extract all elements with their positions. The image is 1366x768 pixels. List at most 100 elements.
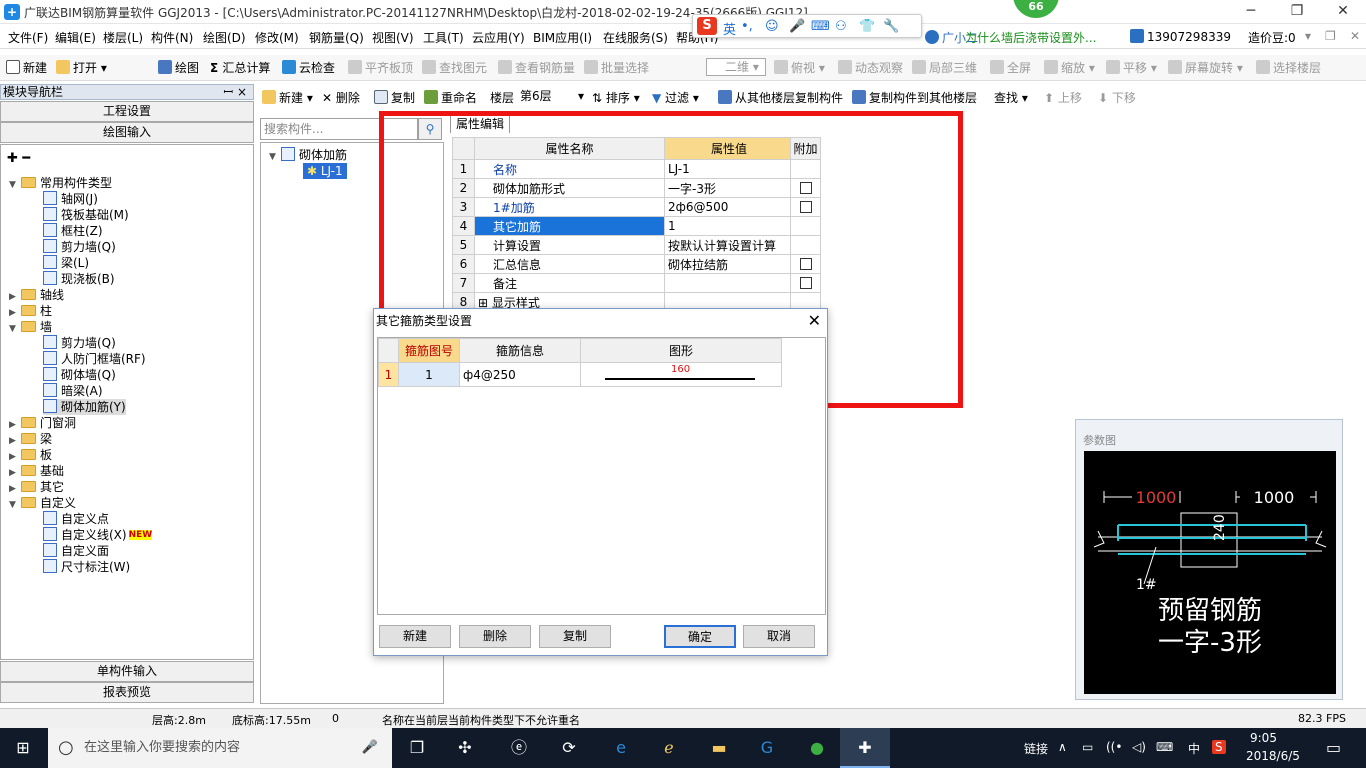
project-settings-button[interactable]: 工程设置 bbox=[0, 101, 254, 122]
screen-rotate-button[interactable]: 屏幕旋转 ▾ bbox=[1168, 59, 1243, 76]
punctuation-icon[interactable]: •, bbox=[741, 19, 753, 34]
nav-tree-item[interactable]: 砌体墙(Q) bbox=[43, 367, 116, 383]
tray-time[interactable]: 9:05 bbox=[1250, 731, 1277, 745]
menu-rebar[interactable]: 钢筋量(Q) bbox=[309, 29, 364, 46]
menu-modify[interactable]: 修改(M) bbox=[255, 29, 299, 46]
ggj-app-icon[interactable]: ✚ bbox=[840, 728, 890, 768]
top-view-button[interactable]: 俯视 ▾ bbox=[774, 59, 825, 76]
cloud-check-button[interactable]: 云检查 bbox=[282, 59, 335, 76]
chevron-down-icon[interactable]: ▾ bbox=[1305, 29, 1311, 43]
nav-tree-item[interactable]: 自定义面 bbox=[43, 543, 109, 559]
nav-tree-item[interactable]: 筏板基础(M) bbox=[43, 207, 129, 223]
task-view-icon[interactable]: ❐ bbox=[404, 736, 430, 760]
local-3d-button[interactable]: 局部三维 bbox=[912, 59, 977, 76]
app-spiral-icon[interactable]: ⟳ bbox=[556, 736, 582, 760]
keyboard-icon[interactable]: ⌨ bbox=[811, 19, 830, 34]
ime-toolbar[interactable]: S 英 •, ☺ 🎤 ⌨ ⚇ 👕 🔧 bbox=[692, 14, 922, 38]
move-up-button[interactable]: ⬆ 上移 bbox=[1044, 89, 1082, 106]
emoji-icon[interactable]: ☺ bbox=[765, 19, 779, 34]
pin-close-icons[interactable]: ꟷ × bbox=[223, 85, 247, 99]
nav-tree-item[interactable]: 框柱(Z) bbox=[43, 223, 103, 239]
menu-online[interactable]: 在线服务(S) bbox=[603, 29, 668, 46]
menu-component[interactable]: 构件(N) bbox=[151, 29, 193, 46]
ie-browser-icon[interactable]: ⓔ bbox=[506, 736, 532, 760]
tray-volume-icon[interactable]: ◁) bbox=[1132, 740, 1146, 754]
menu-view[interactable]: 视图(V) bbox=[372, 29, 414, 46]
stirrup-row[interactable]: 1 1 ф4@250 160 bbox=[378, 362, 782, 387]
edge-browser-icon[interactable]: e bbox=[608, 736, 634, 760]
filter-button[interactable]: ▼ 过滤 ▾ bbox=[652, 89, 699, 106]
dialog-ok-button[interactable]: 确定 bbox=[664, 625, 736, 648]
chevron-down-icon[interactable]: ▼ bbox=[9, 177, 21, 193]
dialog-new-button[interactable]: 新建 bbox=[379, 625, 451, 648]
copy-button[interactable]: 复制 bbox=[374, 89, 415, 106]
tray-chevron-up-icon[interactable]: ∧ bbox=[1058, 740, 1067, 754]
new-file-button[interactable]: 新建 bbox=[6, 59, 47, 76]
dialog-close-button[interactable]: ✕ bbox=[808, 310, 821, 332]
minimize-button[interactable]: ─ bbox=[1228, 0, 1274, 24]
microphone-icon[interactable]: 🎤 bbox=[789, 19, 805, 34]
nav-tree-item[interactable]: 轴网(J) bbox=[43, 191, 98, 207]
tray-link[interactable]: 链接 bbox=[1024, 740, 1048, 757]
menu-file[interactable]: 文件(F) bbox=[8, 29, 48, 46]
microphone-icon[interactable]: 🎤 bbox=[362, 728, 378, 768]
close-doc-icon[interactable]: ✕ bbox=[1350, 29, 1360, 43]
nav-tree-item[interactable]: 自定义线(X) NEW bbox=[43, 527, 153, 543]
internet-explorer-icon[interactable]: ℯ bbox=[656, 736, 682, 760]
dialog-copy-button[interactable]: 复制 bbox=[539, 625, 611, 648]
chevron-down-icon[interactable]: ▼ bbox=[9, 497, 21, 513]
notification-icon[interactable]: ▭ bbox=[1326, 738, 1341, 757]
stirrup-code-cell[interactable]: 1 bbox=[398, 362, 460, 387]
menu-draw[interactable]: 绘图(D) bbox=[203, 29, 246, 46]
align-slab-button[interactable]: 平齐板顶 bbox=[348, 59, 413, 76]
move-down-button[interactable]: ⬇ 下移 bbox=[1098, 89, 1136, 106]
menu-edit[interactable]: 编辑(E) bbox=[55, 29, 96, 46]
windows-start-icon[interactable]: ⊞ bbox=[10, 736, 36, 760]
wrench-icon[interactable]: 🔧 bbox=[883, 19, 899, 34]
nav-tree-item[interactable]: 现浇板(B) bbox=[43, 271, 115, 287]
tray-sogou-icon[interactable]: S bbox=[1212, 740, 1226, 754]
nav-tree-item[interactable]: 砌体加筋(Y) bbox=[43, 399, 126, 415]
tray-keyboard-icon[interactable]: ⌨ bbox=[1156, 740, 1173, 754]
maximize-button[interactable]: ❐ bbox=[1274, 0, 1320, 24]
nav-tree-item[interactable]: 自定义点 bbox=[43, 511, 109, 527]
dynamic-view-button[interactable]: 动态观察 bbox=[838, 59, 903, 76]
stirrup-info-cell[interactable]: ф4@250 bbox=[459, 362, 581, 387]
delete-button[interactable]: ✕ 删除 bbox=[322, 89, 360, 106]
zoom-button[interactable]: 缩放 ▾ bbox=[1044, 59, 1095, 76]
new-component-button[interactable]: 新建 ▾ bbox=[262, 89, 313, 106]
nav-tree-item[interactable]: 剪力墙(Q) bbox=[43, 239, 116, 255]
select-floor-button[interactable]: 选择楼层 bbox=[1256, 59, 1321, 76]
nav-tree-item[interactable]: 剪力墙(Q) bbox=[43, 335, 116, 351]
tray-lang[interactable]: 中 bbox=[1188, 740, 1200, 757]
find-element-button[interactable]: 查找图元 bbox=[422, 59, 487, 76]
copy-from-floor-button[interactable]: 从其他楼层复制构件 bbox=[718, 89, 843, 106]
summary-calc-button[interactable]: Σ 汇总计算 bbox=[210, 59, 270, 76]
chevron-down-icon[interactable]: ▼ bbox=[9, 321, 21, 337]
user-account[interactable]: 13907298339 bbox=[1130, 29, 1231, 44]
app-fan-icon[interactable]: ✣ bbox=[452, 736, 478, 760]
glodon-icon[interactable]: G bbox=[754, 736, 780, 760]
floor-select[interactable]: 第6层 ▾ bbox=[520, 88, 584, 106]
restore-icon[interactable]: ❐ bbox=[1325, 29, 1336, 43]
skin-icon[interactable]: 👕 bbox=[859, 19, 875, 34]
view-rebar-button[interactable]: 查看钢筋量 bbox=[498, 59, 575, 76]
view-mode-select[interactable]: 二维 ▾ bbox=[706, 58, 766, 76]
open-button[interactable]: 打开 ▾ bbox=[56, 59, 107, 76]
menu-cloud[interactable]: 云应用(Y) bbox=[472, 29, 525, 46]
single-input-button[interactable]: 单构件输入 bbox=[0, 661, 254, 682]
copy-to-floor-button[interactable]: 复制构件到其他楼层 bbox=[852, 89, 977, 106]
expand-collapse-icons[interactable]: ✚ ━ bbox=[7, 151, 30, 167]
ime-mode[interactable]: 英 bbox=[723, 19, 736, 38]
dialog-cancel-button[interactable]: 取消 bbox=[743, 625, 815, 648]
component-lj-1[interactable]: ✱ LJ-1 bbox=[303, 163, 347, 179]
nav-tree-item[interactable]: 尺寸标注(W) bbox=[43, 559, 130, 575]
fullscreen-button[interactable]: 全屏 bbox=[990, 59, 1031, 76]
tip-link[interactable]: 为什么墙后浇带设置外... bbox=[965, 29, 1096, 46]
menu-bim[interactable]: BIM应用(I) bbox=[533, 29, 592, 46]
draw-button[interactable]: 绘图 bbox=[158, 59, 199, 76]
stirrup-shape-cell[interactable]: 160 bbox=[580, 362, 782, 387]
report-preview-button[interactable]: 报表预览 bbox=[0, 682, 254, 703]
menu-floor[interactable]: 楼层(L) bbox=[103, 29, 143, 46]
close-button[interactable]: ✕ bbox=[1320, 0, 1366, 24]
